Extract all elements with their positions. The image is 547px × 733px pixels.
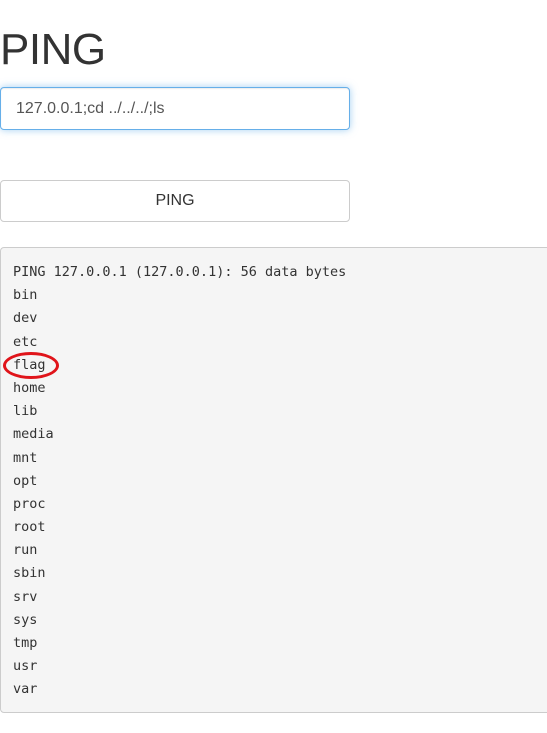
output-line: root [13, 519, 46, 536]
output-line: bin [13, 287, 38, 304]
output-line: tmp [13, 635, 38, 651]
output-line: run [13, 542, 38, 559]
command-input[interactable] [0, 87, 350, 130]
output-line: mnt [13, 449, 38, 466]
output-line: media [13, 426, 54, 443]
output-line: usr [13, 658, 38, 675]
output-line: dev [13, 310, 38, 327]
output-line: sys [13, 611, 38, 628]
output-line: var [13, 681, 38, 698]
command-output: PING 127.0.0.1 (127.0.0.1): 56 data byte… [0, 247, 547, 713]
ping-button[interactable]: PING [0, 180, 350, 222]
output-line: home [13, 379, 46, 396]
output-line: opt [13, 472, 38, 489]
output-line: srv [13, 588, 38, 605]
output-line: etc [13, 333, 38, 350]
output-line: proc [13, 495, 46, 512]
ping-page: PING PING PING 127.0.0.1 (127.0.0.1): 56… [0, 0, 547, 733]
output-line: lib [13, 403, 38, 420]
output-line-flag: flag [13, 356, 46, 373]
output-line: PING 127.0.0.1 (127.0.0.1): 56 data byte… [13, 264, 347, 280]
page-title: PING [0, 25, 106, 74]
output-line: sbin [13, 565, 46, 582]
